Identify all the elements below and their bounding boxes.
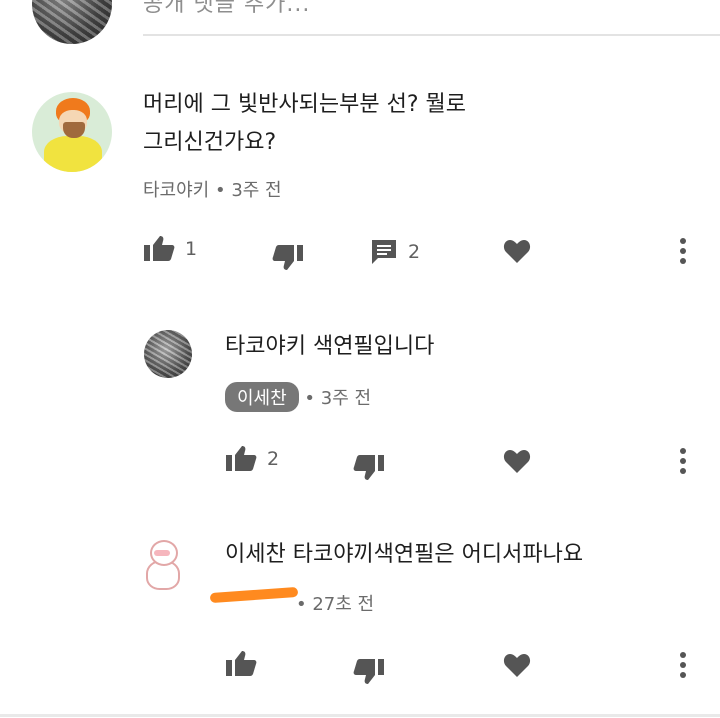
add-comment-row: 공개 댓글 추가... (0, 0, 720, 44)
like-icon (225, 650, 257, 678)
add-comment-input[interactable]: 공개 댓글 추가... (143, 0, 310, 18)
current-user-avatar (32, 0, 112, 44)
like-icon (143, 235, 175, 263)
dislike-button[interactable] (353, 657, 385, 685)
more-options-button[interactable] (678, 447, 688, 475)
reply-time: 3주 전 (320, 388, 372, 409)
comment-time: 3주 전 (231, 180, 282, 201)
like-button[interactable] (225, 650, 257, 678)
comment-author[interactable]: 타코야키 (143, 180, 209, 201)
more-options-button[interactable] (678, 237, 688, 265)
reply-count: 2 (408, 241, 421, 263)
heart-button[interactable] (503, 652, 531, 678)
dislike-button[interactable] (353, 453, 385, 481)
like-icon (225, 445, 257, 473)
heart-icon (503, 238, 531, 264)
meta-separator: • (214, 180, 232, 201)
more-options-button[interactable] (678, 651, 688, 679)
replier-avatar[interactable] (144, 540, 180, 590)
divider (0, 714, 720, 717)
dislike-icon (272, 243, 304, 271)
heart-icon (503, 448, 531, 474)
comment-text-line: 머리에 그 빛반사되는부분 선? 뭘로 (143, 92, 467, 117)
reply-text: 이세찬 타코야끼색연필은 어디서파나요 (225, 542, 584, 567)
more-icon (678, 237, 688, 265)
heart-button[interactable] (503, 238, 531, 264)
commenter-avatar[interactable] (32, 92, 112, 172)
like-button[interactable]: 2 (225, 445, 279, 473)
dislike-icon (353, 657, 385, 685)
like-count: 1 (185, 238, 198, 260)
reply-meta: • 27초 전 (296, 590, 374, 616)
author-chip[interactable]: 이세찬 (225, 382, 299, 412)
heart-button[interactable] (503, 448, 531, 474)
reply-meta: 이세찬 • 3주 전 (225, 382, 371, 412)
reply-time: 27초 전 (312, 594, 375, 615)
comment-meta: 타코야키 • 3주 전 (143, 176, 282, 202)
comments-page: 공개 댓글 추가... 머리에 그 빛반사되는부분 선? 뭘로 그리신건가요? … (0, 0, 720, 718)
reply-icon (370, 238, 398, 266)
more-icon (678, 651, 688, 679)
redacted-author (209, 586, 299, 604)
meta-separator: • (304, 388, 321, 409)
replier-avatar[interactable] (144, 330, 192, 378)
like-count: 2 (267, 448, 280, 470)
input-underline (143, 34, 720, 36)
more-icon (678, 447, 688, 475)
dislike-button[interactable] (272, 243, 304, 271)
meta-separator: • (296, 594, 313, 615)
like-button[interactable]: 1 (143, 235, 197, 263)
heart-icon (503, 652, 531, 678)
reply-text: 타코야키 색연필입니다 (225, 334, 435, 359)
dislike-icon (353, 453, 385, 481)
comment-text-line: 그리신건가요? (143, 130, 277, 155)
reply-button[interactable]: 2 (370, 238, 420, 266)
